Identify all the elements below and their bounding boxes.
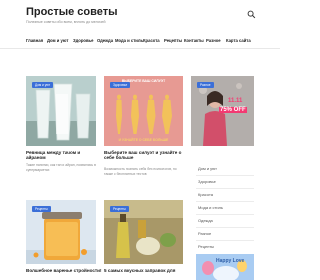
nav-item-home[interactable]: Главная bbox=[26, 38, 43, 43]
card-2-excerpt: Возможность познать себя без психологов,… bbox=[104, 167, 177, 176]
ad-date: 11.11 bbox=[228, 98, 243, 104]
card-1-image[interactable]: Дом и уют bbox=[26, 76, 96, 146]
sidebar-item-misc[interactable]: Разное bbox=[198, 231, 211, 236]
sidebar-divider bbox=[196, 227, 254, 228]
nav-item-sitemap[interactable]: Карта сайта bbox=[226, 38, 251, 43]
sidebar-divider bbox=[196, 240, 254, 241]
sidebar-item-clothes[interactable]: Одежда bbox=[198, 218, 213, 223]
nav-item-recipes[interactable]: Рецепты bbox=[164, 38, 182, 43]
card-4-image[interactable]: Рецепты bbox=[26, 200, 96, 264]
sidebar-item-recipes[interactable]: Рецепты bbox=[198, 244, 214, 249]
site-header: Простые советы Полезные советы обо всем,… bbox=[0, 0, 280, 34]
nav-item-misc[interactable]: Разное bbox=[206, 38, 221, 43]
ad-discount: 75% OFF bbox=[219, 107, 247, 113]
card-1-badge[interactable]: Дом и уют bbox=[32, 82, 54, 88]
card-5-badge[interactable]: Рецепты bbox=[110, 206, 129, 212]
card-4-badge[interactable]: Рецепты bbox=[32, 206, 51, 212]
card-5-title[interactable]: 5 самых вкусных заправок для bbox=[104, 268, 184, 273]
nav-item-contacts[interactable]: Контакты bbox=[184, 38, 204, 43]
nav-item-health[interactable]: Здоровье bbox=[73, 38, 93, 43]
sidebar-promo-banner[interactable]: Happy Love bbox=[196, 254, 254, 280]
sidebar-item-home-comfort[interactable]: Дом и уют bbox=[198, 166, 217, 171]
search-icon[interactable] bbox=[247, 10, 256, 19]
promo-text: Happy Love bbox=[216, 258, 245, 264]
card-5-image[interactable]: Рецепты bbox=[104, 200, 183, 264]
nav-item-fashion[interactable]: Мода и стиль bbox=[115, 38, 143, 43]
card-1-title[interactable]: Ревница между тачом и айраном bbox=[26, 150, 98, 161]
card-1-excerpt: Такие напитки, как тан и айран, появилис… bbox=[26, 163, 96, 172]
site-description: Полезные советы обо всем, вплоть до мело… bbox=[26, 20, 106, 24]
nav-item-home-comfort[interactable]: Дом и уют bbox=[47, 38, 68, 43]
card-2-title[interactable]: Выберите ваш силуэт и узнайте о себе бол… bbox=[104, 150, 184, 161]
card-2-badge[interactable]: Здоровье bbox=[110, 82, 131, 88]
sidebar-divider bbox=[196, 188, 254, 189]
main-nav: Главная Дом и уют Здоровье Одежда Мода и… bbox=[0, 36, 280, 49]
sidebar-item-beauty[interactable]: Красота bbox=[198, 192, 213, 197]
card-4-title[interactable]: Волшебное варенье стройности! bbox=[26, 268, 102, 273]
card-3-badge[interactable]: Разное bbox=[197, 82, 214, 88]
sidebar-divider bbox=[196, 201, 254, 202]
nav-item-clothes[interactable]: Одежда bbox=[97, 38, 113, 43]
site-title[interactable]: Простые советы bbox=[26, 6, 117, 18]
card-3-ad-image[interactable]: 11.11 75% OFF Разное bbox=[191, 76, 254, 146]
sidebar-item-health[interactable]: Здоровье bbox=[198, 179, 216, 184]
card-2-image-subheading: И УЗНАЙТЕ О СЕБЕ БОЛЬШЕ bbox=[118, 138, 169, 142]
sidebar-divider bbox=[196, 214, 254, 215]
sidebar-item-fashion[interactable]: Мода и стиль bbox=[198, 205, 223, 210]
nav-item-beauty[interactable]: Красота bbox=[143, 38, 160, 43]
card-2-image[interactable]: ВЫБЕРИТЕ ВАШ СИЛУЭТ И УЗНАЙТЕ О СЕБЕ БОЛ… bbox=[104, 76, 183, 146]
sidebar-divider bbox=[196, 175, 254, 176]
